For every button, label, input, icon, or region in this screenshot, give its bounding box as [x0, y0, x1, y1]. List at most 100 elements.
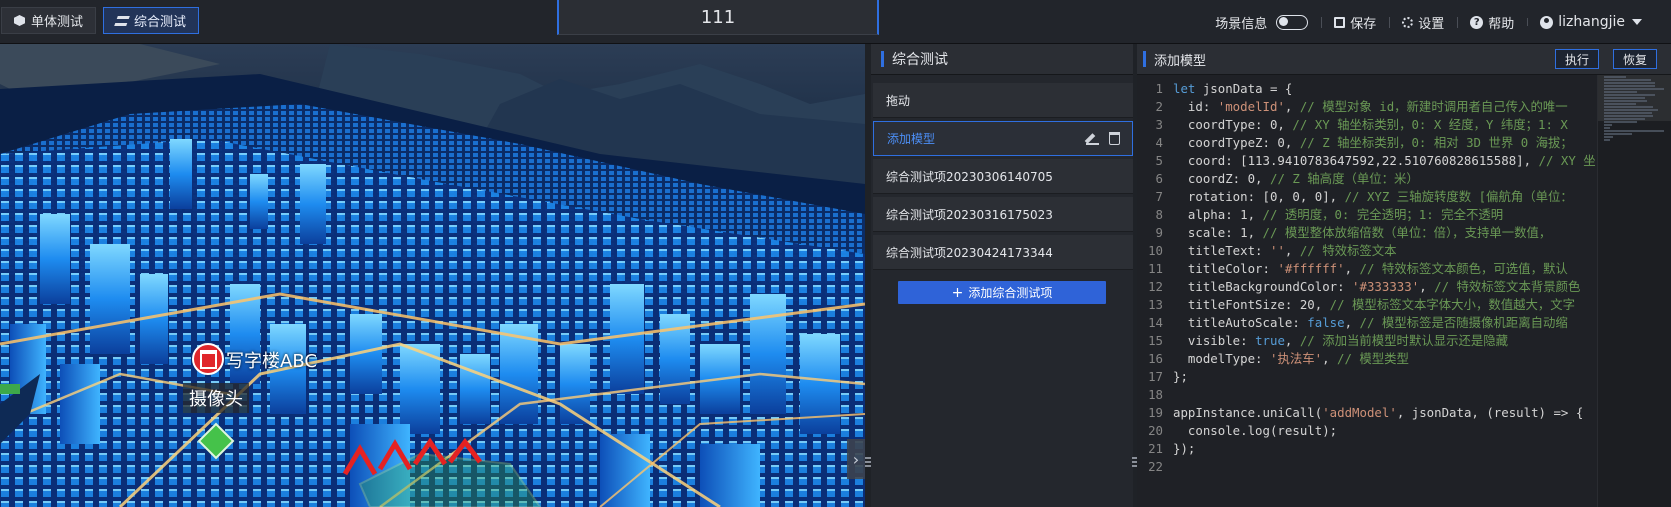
code-token: '执法车': [1269, 351, 1323, 366]
scene-info-toggle[interactable]: 场景信息: [1202, 13, 1321, 32]
minimap-line: [1604, 97, 1645, 99]
layers-icon: [114, 15, 130, 26]
code-line: 17};: [1137, 367, 1188, 386]
help-button[interactable]: ? 帮助: [1457, 13, 1527, 32]
code-token: // 特效标签文本: [1299, 243, 1397, 258]
code-token: // XYZ 三轴旋转度数 [偏航角（单位：: [1344, 189, 1573, 204]
list-item-label: 拖动: [886, 93, 911, 108]
code-token: // 添加当前模型时默认显示还是隐藏: [1299, 333, 1509, 348]
code-line: 7 rotation: [0, 0, 0], // XYZ 三轴旋转度数 [偏航…: [1137, 187, 1573, 206]
settings-button[interactable]: 设置: [1389, 13, 1457, 32]
add-test-item-button[interactable]: + 添加综合测试项: [898, 281, 1106, 304]
minimap-line: [1604, 136, 1613, 138]
code-panel-title: 添加模型: [1154, 53, 1207, 69]
code-token: // Z 轴坐标类别，0: 相对 3D 世界 0 海拔；: [1299, 135, 1573, 150]
minimap-line: [1604, 76, 1626, 78]
code-token: // 特效标签文本背景颜色: [1434, 279, 1581, 294]
tab-integrated-test[interactable]: 综合测试: [103, 7, 200, 34]
code-line: 20 console.log(result);: [1137, 421, 1337, 440]
minimap-line: [1604, 124, 1612, 126]
line-number: 5: [1155, 153, 1163, 168]
code-token: titleColor:: [1173, 261, 1278, 276]
code-line: 10 titleText: '', // 特效标签文本: [1137, 241, 1397, 260]
code-token: jsonData = {: [1195, 81, 1293, 96]
line-number: 2: [1155, 99, 1163, 114]
code-panel-header: 添加模型 执行 恢复: [1137, 44, 1671, 75]
list-item-label: 综合测试项20230306140705: [886, 169, 1053, 184]
code-line: 8 alpha: 1, // 透明度，0: 完全透明；1: 完全不透明: [1137, 205, 1504, 224]
camera-label[interactable]: 摄像头: [183, 383, 249, 413]
reset-button[interactable]: 恢复: [1613, 49, 1657, 69]
cube-icon: [14, 15, 25, 26]
code-token: ,: [1419, 279, 1435, 294]
line-number: 3: [1155, 117, 1163, 132]
code-token: ,: [1344, 261, 1360, 276]
tab-unit-test[interactable]: 单体测试: [1, 7, 97, 34]
code-line: 4 coordTypeZ: 0, // Z 轴坐标类别，0: 相对 3D 世界 …: [1137, 133, 1573, 152]
line-number: 6: [1155, 171, 1163, 186]
toggle-switch[interactable]: [1276, 14, 1309, 30]
run-button[interactable]: 执行: [1555, 49, 1599, 69]
plus-icon: +: [951, 284, 964, 301]
code-line: 6 coordZ: 0, // Z 轴高度（单位：米）: [1137, 169, 1419, 188]
line-number: 11: [1148, 261, 1163, 276]
minimap-line: [1604, 133, 1632, 135]
building-pin-icon[interactable]: [192, 343, 224, 375]
line-number: 8: [1155, 207, 1163, 222]
code-token: scale: 1,: [1173, 225, 1263, 240]
code-token: };: [1173, 369, 1188, 384]
line-number: 15: [1148, 333, 1163, 348]
minimap-line: [1604, 139, 1610, 141]
list-item[interactable]: 综合测试项20230424173344: [873, 235, 1133, 270]
help-label: 帮助: [1488, 16, 1515, 32]
code-token: titleBackgroundColor:: [1173, 279, 1353, 294]
trash-icon[interactable]: [1109, 132, 1120, 145]
list-item-label: 综合测试项20230424173344: [886, 245, 1053, 260]
line-number: 10: [1148, 243, 1163, 258]
code-token: coord: [113.9410783647592,22.51076082861…: [1173, 153, 1539, 168]
user-menu[interactable]: lizhangjie: [1527, 14, 1655, 30]
code-token: titleFontSize: 20,: [1173, 297, 1330, 312]
code-editor[interactable]: 1 let jsonData = {2 id: 'modelId', // 模型对…: [1137, 75, 1597, 507]
list-item[interactable]: 综合测试项20230316175023: [873, 197, 1133, 232]
code-token: true: [1255, 333, 1285, 348]
minimap-line: [1604, 103, 1636, 105]
line-number: 1: [1155, 81, 1163, 96]
line-number: 22: [1148, 459, 1163, 474]
line-number: 18: [1148, 387, 1163, 402]
code-token: alpha: 1,: [1173, 207, 1263, 222]
save-button[interactable]: 保存: [1321, 13, 1389, 32]
collapse-panel-button[interactable]: ›: [847, 439, 865, 479]
code-token: modelType:: [1173, 351, 1270, 366]
code-token: coordZ: 0,: [1173, 171, 1270, 186]
building-label[interactable]: 写字楼ABC: [226, 347, 317, 373]
minimap-line: [1604, 118, 1645, 120]
minimap-line: [1604, 94, 1655, 96]
code-line: 11 titleColor: '#ffffff', // 特效标签文本颜色，可选…: [1137, 259, 1568, 278]
code-token: // XY 坐: [1538, 153, 1596, 168]
list-panel-title: 综合测试: [892, 52, 948, 68]
list-item[interactable]: 拖动: [873, 83, 1133, 118]
line-number: 4: [1155, 135, 1163, 150]
code-line: 12 titleBackgroundColor: '#333333', // 特…: [1137, 277, 1580, 296]
tab-unit-test-label: 单体测试: [31, 15, 84, 30]
scene-info-label: 场景信息: [1215, 16, 1268, 32]
scene-name[interactable]: 111: [557, 0, 879, 35]
line-number: 21: [1148, 441, 1163, 456]
3d-viewport[interactable]: 写字楼ABC 摄像头 ›: [0, 44, 865, 507]
list-item-selected[interactable]: 添加模型: [873, 121, 1133, 156]
minimap-line: [1604, 106, 1653, 108]
minimap-line: [1604, 85, 1655, 87]
code-token: titleText:: [1173, 243, 1270, 258]
code-panel: 添加模型 执行 恢复 1 let jsonData = {2 id: 'model…: [1137, 44, 1671, 507]
edit-icon[interactable]: [1086, 132, 1099, 145]
minimap-line: [1604, 88, 1664, 90]
code-token: // 模型标签是否随摄像机距离自动缩: [1359, 315, 1568, 330]
list-item-label: 添加模型: [887, 132, 936, 146]
line-number: 7: [1155, 189, 1163, 204]
list-item[interactable]: 综合测试项20230306140705: [873, 159, 1133, 194]
code-token: // 模型类型: [1337, 351, 1409, 366]
code-token: titleAutoScale:: [1173, 315, 1308, 330]
code-minimap[interactable]: [1597, 75, 1671, 507]
code-token: visible:: [1173, 333, 1256, 348]
